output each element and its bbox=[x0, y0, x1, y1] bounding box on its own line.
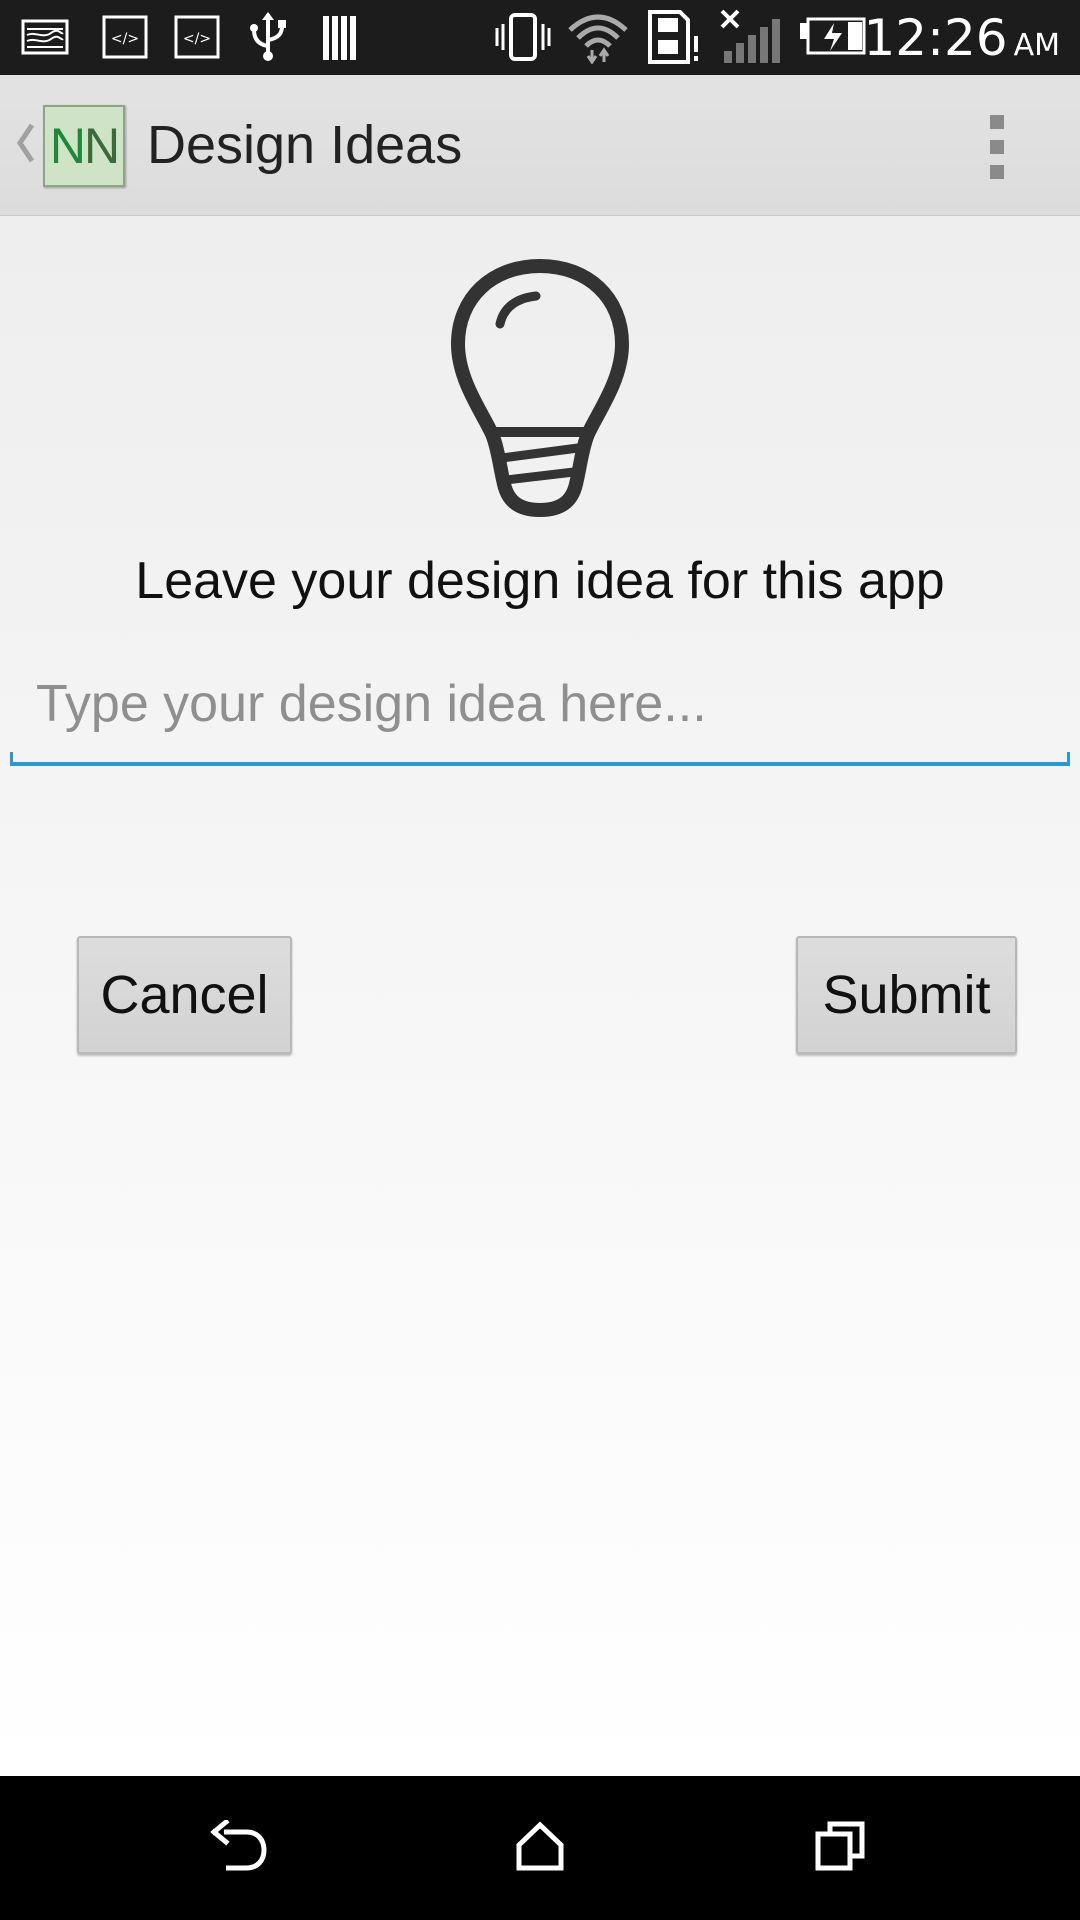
chevron-left-icon bbox=[14, 121, 36, 170]
prompt-text: Leave your design idea for this app bbox=[135, 552, 945, 610]
submit-button[interactable]: Submit bbox=[796, 936, 1017, 1054]
recents-button[interactable] bbox=[800, 1808, 880, 1888]
page-title: Design Ideas bbox=[147, 115, 463, 175]
status-time-value: 12:26 bbox=[863, 9, 1008, 67]
status-time-ampm: AM bbox=[1013, 28, 1060, 63]
no-signal-icon bbox=[718, 9, 782, 63]
back-arrow-icon bbox=[210, 1817, 270, 1877]
design-idea-input[interactable] bbox=[12, 656, 1068, 752]
app-logo-letter: N bbox=[84, 118, 120, 174]
cancel-button[interactable]: Cancel bbox=[77, 936, 292, 1054]
svg-text:</>: </> bbox=[111, 31, 139, 47]
code-notification-icon: </> bbox=[172, 12, 222, 62]
overflow-dot bbox=[990, 165, 1004, 179]
code-notification-icon: </> bbox=[100, 12, 150, 62]
wifi-icon bbox=[566, 12, 630, 64]
input-underline bbox=[10, 752, 1070, 766]
storage-bars-icon bbox=[318, 12, 364, 62]
image-notification-icon bbox=[20, 12, 70, 62]
home-button[interactable] bbox=[500, 1808, 580, 1888]
back-button[interactable] bbox=[200, 1808, 280, 1888]
up-navigation-button[interactable] bbox=[10, 115, 40, 175]
home-icon bbox=[515, 1821, 565, 1876]
action-bar: NN Design Ideas bbox=[0, 75, 1080, 216]
battery-charging-icon bbox=[798, 12, 868, 62]
status-bar: </> </> 12:26 AM bbox=[0, 0, 1080, 75]
app-logo-letter: N bbox=[49, 118, 86, 174]
lightbulb-icon bbox=[448, 258, 632, 518]
navigation-bar bbox=[0, 1776, 1080, 1920]
status-clock: 12:26 AM bbox=[864, 6, 1061, 70]
app-logo[interactable]: NN bbox=[43, 105, 125, 187]
overflow-dot bbox=[990, 140, 1004, 154]
vibrate-icon bbox=[493, 12, 553, 62]
svg-text:</>: </> bbox=[183, 31, 211, 47]
recent-apps-icon bbox=[814, 1820, 866, 1877]
overflow-dot bbox=[990, 115, 1004, 129]
sd-card-alert-icon bbox=[646, 10, 702, 64]
overflow-menu-button[interactable] bbox=[975, 115, 1019, 179]
content-area: Leave your design idea for this app Canc… bbox=[0, 216, 1080, 1776]
usb-icon bbox=[245, 12, 291, 62]
